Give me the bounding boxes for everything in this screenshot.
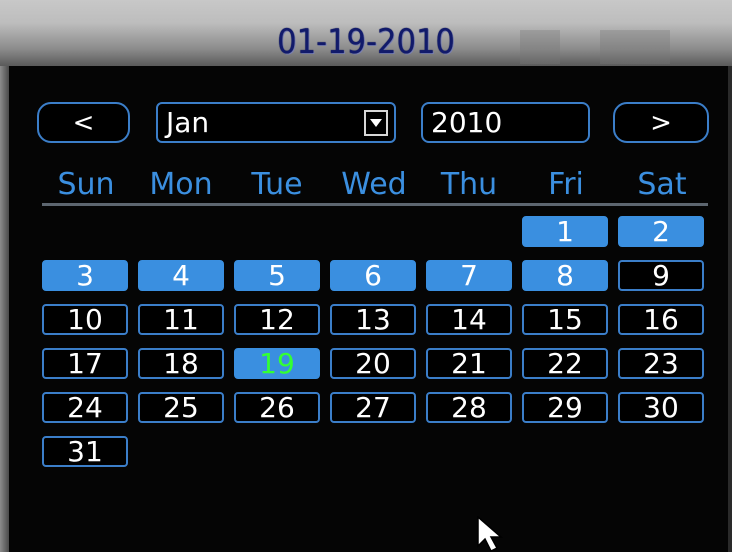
window-title: 01-19-2010 xyxy=(277,22,455,62)
year-field-value: 2010 xyxy=(431,106,503,139)
weekday-wed: Wed xyxy=(341,167,407,202)
day-cell[interactable]: 10 xyxy=(42,303,128,336)
left-frame xyxy=(0,66,9,552)
year-field[interactable]: 2010 xyxy=(421,102,590,143)
chevron-down-icon[interactable] xyxy=(364,110,388,136)
day-cell[interactable]: 17 xyxy=(42,347,128,380)
mouse-cursor-icon xyxy=(477,516,504,552)
day-cell[interactable]: 3 xyxy=(42,259,128,292)
next-label: > xyxy=(650,107,672,138)
day-cell[interactable]: 18 xyxy=(138,347,224,380)
weekday-thu: Thu xyxy=(440,167,498,202)
month-select[interactable]: Jan xyxy=(156,102,396,143)
day-cell[interactable]: 16 xyxy=(618,303,704,336)
prev-month-button[interactable]: < xyxy=(37,102,130,143)
day-cell[interactable]: 13 xyxy=(330,303,416,336)
day-cell[interactable]: 11 xyxy=(138,303,224,336)
day-cell[interactable]: 12 xyxy=(234,303,320,336)
weekday-tue: Tue xyxy=(251,167,303,202)
calendar-window: 01-19-2010 < Jan 2010 > Sun Mon Tue Wed … xyxy=(0,0,732,552)
day-cell[interactable]: 7 xyxy=(426,259,512,292)
day-cell[interactable]: 1 xyxy=(522,215,608,248)
day-cell-selected[interactable]: 19 xyxy=(234,347,320,380)
day-cell[interactable]: 20 xyxy=(330,347,416,380)
next-month-button[interactable]: > xyxy=(613,102,709,143)
day-cell[interactable]: 31 xyxy=(42,435,128,468)
day-cell[interactable]: 14 xyxy=(426,303,512,336)
day-cell[interactable]: 30 xyxy=(618,391,704,424)
day-cell[interactable]: 4 xyxy=(138,259,224,292)
prev-label: < xyxy=(72,107,95,138)
day-cell[interactable]: 22 xyxy=(522,347,608,380)
day-cell[interactable]: 24 xyxy=(42,391,128,424)
day-cell[interactable]: 15 xyxy=(522,303,608,336)
day-cell[interactable]: 21 xyxy=(426,347,512,380)
header-divider xyxy=(42,203,708,206)
day-cell[interactable]: 27 xyxy=(330,391,416,424)
day-cell[interactable]: 5 xyxy=(234,259,320,292)
weekday-sat: Sat xyxy=(637,167,687,202)
day-cell[interactable]: 29 xyxy=(522,391,608,424)
month-select-value: Jan xyxy=(166,106,210,139)
weekday-fri: Fri xyxy=(548,167,584,202)
weekday-mon: Mon xyxy=(149,167,213,202)
day-cell[interactable]: 28 xyxy=(426,391,512,424)
day-cell[interactable]: 8 xyxy=(522,259,608,292)
day-cell[interactable]: 6 xyxy=(330,259,416,292)
right-frame xyxy=(728,66,732,552)
day-cell[interactable]: 23 xyxy=(618,347,704,380)
day-cell[interactable]: 2 xyxy=(618,215,704,248)
day-cell[interactable]: 25 xyxy=(138,391,224,424)
day-cell[interactable]: 9 xyxy=(618,259,704,292)
title-bar: 01-19-2010 xyxy=(0,0,732,66)
weekday-sun: Sun xyxy=(57,167,115,202)
day-cell[interactable]: 26 xyxy=(234,391,320,424)
